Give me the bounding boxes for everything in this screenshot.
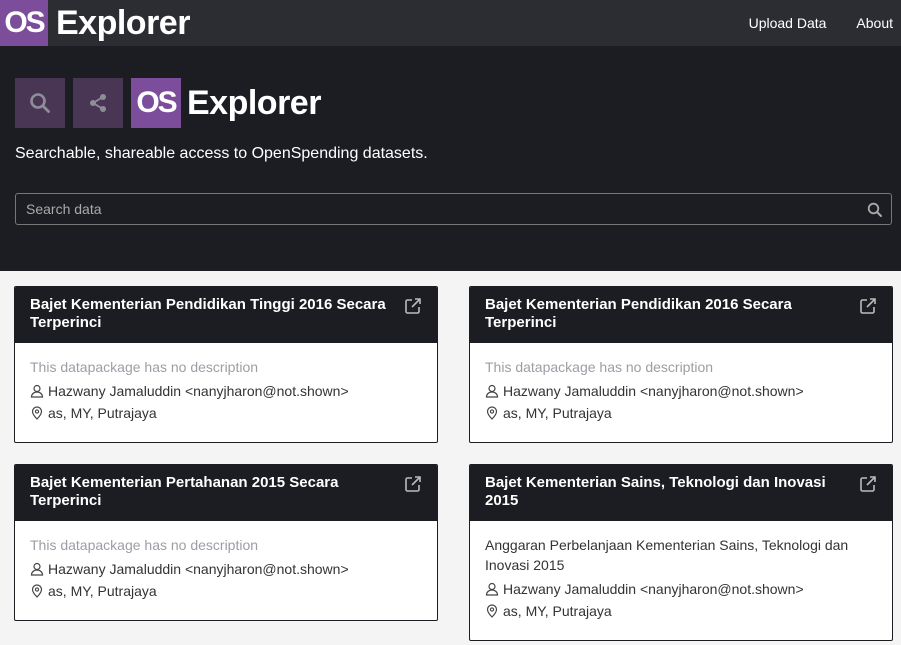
upload-data-link[interactable]: Upload Data bbox=[749, 15, 827, 31]
os-logo-badge: OS bbox=[131, 78, 181, 128]
external-link-icon[interactable] bbox=[404, 297, 422, 315]
dataset-author: Hazwany Jamaluddin <nanyjharon@not.shown… bbox=[30, 380, 422, 402]
dataset-title[interactable]: Bajet Kementerian Pertahanan 2015 Secara… bbox=[30, 474, 397, 510]
navbar-logo[interactable]: OS Explorer bbox=[0, 0, 190, 46]
os-logo-badge: OS bbox=[0, 0, 48, 46]
dataset-card: Bajet Kementerian Sains, Teknologi dan I… bbox=[469, 464, 893, 641]
search-box bbox=[15, 193, 892, 225]
dataset-card-header: Bajet Kementerian Sains, Teknologi dan I… bbox=[470, 465, 892, 521]
dataset-card-body: This datapackage has no description Hazw… bbox=[470, 343, 892, 436]
dataset-location-text: as, MY, Putrajaya bbox=[48, 583, 157, 599]
dataset-title[interactable]: Bajet Kementerian Pendidikan 2016 Secara… bbox=[485, 296, 852, 332]
dataset-author-text: Hazwany Jamaluddin <nanyjharon@not.shown… bbox=[503, 383, 804, 399]
map-marker-icon bbox=[486, 604, 498, 618]
dataset-location: as, MY, Putrajaya bbox=[30, 580, 422, 602]
about-link[interactable]: About bbox=[856, 15, 893, 31]
user-icon bbox=[485, 582, 499, 596]
dataset-location: as, MY, Putrajaya bbox=[485, 600, 877, 622]
share-icon[interactable] bbox=[73, 78, 123, 128]
dataset-location: as, MY, Putrajaya bbox=[485, 402, 877, 424]
dataset-location-text: as, MY, Putrajaya bbox=[48, 405, 157, 421]
hero-logo-row: OS Explorer bbox=[15, 78, 321, 128]
dataset-card-body: This datapackage has no description Hazw… bbox=[15, 343, 437, 436]
dataset-card-header: Bajet Kementerian Pertahanan 2015 Secara… bbox=[15, 465, 437, 521]
external-link-icon[interactable] bbox=[859, 475, 877, 493]
map-marker-icon bbox=[31, 406, 43, 420]
dataset-description: Anggaran Perbelanjaan Kementerian Sains,… bbox=[485, 537, 849, 573]
dataset-title[interactable]: Bajet Kementerian Pendidikan Tinggi 2016… bbox=[30, 296, 397, 332]
dataset-location: as, MY, Putrajaya bbox=[30, 402, 422, 424]
dataset-card-header: Bajet Kementerian Pendidikan Tinggi 2016… bbox=[15, 287, 437, 343]
dataset-author-text: Hazwany Jamaluddin <nanyjharon@not.shown… bbox=[48, 383, 349, 399]
dataset-card-header: Bajet Kementerian Pendidikan 2016 Secara… bbox=[470, 287, 892, 343]
dataset-author: Hazwany Jamaluddin <nanyjharon@not.shown… bbox=[485, 578, 877, 600]
dataset-card-body: This datapackage has no description Hazw… bbox=[15, 521, 437, 614]
dataset-title[interactable]: Bajet Kementerian Sains, Teknologi dan I… bbox=[485, 474, 852, 510]
navbar-links: Upload Data About bbox=[749, 0, 901, 46]
dataset-author: Hazwany Jamaluddin <nanyjharon@not.shown… bbox=[30, 558, 422, 580]
hero-tagline: Searchable, shareable access to OpenSpen… bbox=[15, 145, 428, 162]
user-icon bbox=[485, 384, 499, 398]
top-navbar: OS Explorer Upload Data About bbox=[0, 0, 901, 46]
user-icon bbox=[30, 384, 44, 398]
dataset-card: Bajet Kementerian Pertahanan 2015 Secara… bbox=[14, 464, 438, 621]
dataset-author-text: Hazwany Jamaluddin <nanyjharon@not.shown… bbox=[48, 561, 349, 577]
hero-brand: Explorer bbox=[187, 83, 321, 122]
dataset-author: Hazwany Jamaluddin <nanyjharon@not.shown… bbox=[485, 380, 877, 402]
search-input[interactable] bbox=[16, 194, 891, 224]
search-icon[interactable] bbox=[867, 202, 883, 218]
dataset-card: Bajet Kementerian Pendidikan 2016 Secara… bbox=[469, 286, 893, 443]
user-icon bbox=[30, 562, 44, 576]
dataset-description: This datapackage has no description bbox=[30, 537, 259, 553]
navbar-brand: Explorer bbox=[56, 3, 190, 42]
dataset-location-text: as, MY, Putrajaya bbox=[503, 405, 612, 421]
dataset-description: This datapackage has no description bbox=[30, 359, 259, 375]
dataset-author-text: Hazwany Jamaluddin <nanyjharon@not.shown… bbox=[503, 581, 804, 597]
dataset-location-text: as, MY, Putrajaya bbox=[503, 603, 612, 619]
search-icon[interactable] bbox=[15, 78, 65, 128]
external-link-icon[interactable] bbox=[859, 297, 877, 315]
map-marker-icon bbox=[486, 406, 498, 420]
dataset-card: Bajet Kementerian Pendidikan Tinggi 2016… bbox=[14, 286, 438, 443]
dataset-description: This datapackage has no description bbox=[485, 359, 714, 375]
hero-section: OS Explorer Searchable, shareable access… bbox=[0, 46, 901, 271]
dataset-card-body: Anggaran Perbelanjaan Kementerian Sains,… bbox=[470, 521, 892, 634]
map-marker-icon bbox=[31, 584, 43, 598]
external-link-icon[interactable] bbox=[404, 475, 422, 493]
